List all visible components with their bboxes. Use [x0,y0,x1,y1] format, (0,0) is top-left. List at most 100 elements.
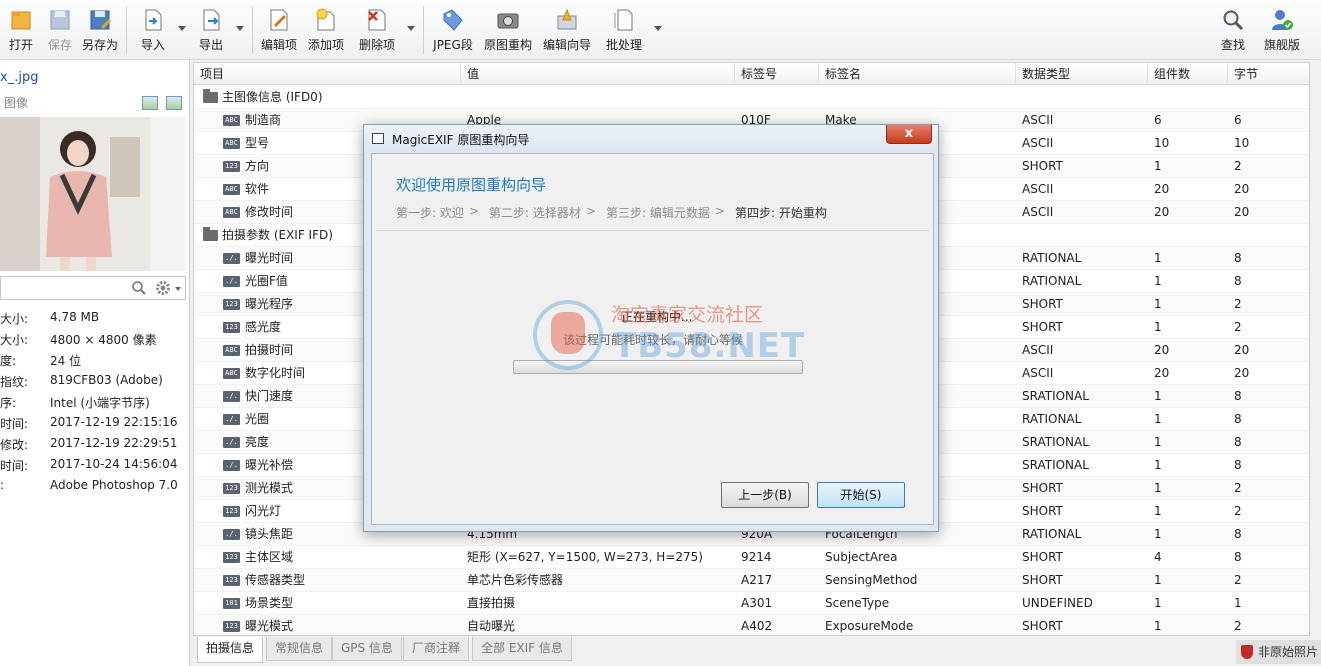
info-value: 2017-12-19 22:15:16 [50,415,178,429]
tab-general-info[interactable]: 常规信息 [266,637,333,661]
close-button[interactable]: x [886,125,932,144]
cell-value: 自动曝光 [467,619,516,633]
dialog-divider [376,230,929,231]
file-name: x_.jpg [0,70,39,85]
cell-item: 主体区域 [245,550,294,564]
column-header-bytes[interactable]: 字节 [1228,63,1309,85]
cell-count: 1 [1154,596,1162,610]
info-key: : [0,478,5,492]
cell-count: 20 [1154,205,1170,219]
batch-dropdown-icon[interactable] [654,26,662,31]
cell-bytes: 20 [1234,366,1250,380]
column-header-tag-name[interactable]: 标签名 [819,63,1016,85]
cell-value: 直接拍摄 [467,596,516,610]
info-value: 2017-12-19 22:29:51 [50,436,178,450]
cell-data-type: ASCII [1022,136,1054,150]
cell-bytes: 8 [1234,412,1242,426]
open-button[interactable]: 打开 [4,6,38,56]
data-type-icon: ABC [223,184,240,195]
column-header-tag-id[interactable]: 标签号 [735,63,819,85]
data-type-icon: 123 [223,621,240,632]
dialog-title-bar: MagicEXIF 原图重构向导 x [364,125,938,151]
table-row[interactable]: 123 曝光模式 自动曝光 A402 ExposureMode SHORT 1 2 [194,615,1309,635]
delete-dropdown-icon[interactable] [407,26,415,31]
cell-bytes: 8 [1234,458,1242,472]
data-type-icon: ./. [223,529,240,540]
info-key: 时间: [0,417,29,431]
export-dropdown-icon[interactable] [236,26,244,31]
column-header-item[interactable]: 项目 [194,63,461,85]
info-value: Intel (小端字节序) [50,396,150,410]
tab-all-exif[interactable]: 全部 EXIF 信息 [472,637,572,661]
batch-button[interactable]: 批处理 [603,6,645,56]
cell-tag-name: SceneType [825,596,890,610]
edit-item-button[interactable]: 编辑项 [258,6,300,56]
batch-icon [614,9,633,31]
cell-count: 1 [1154,504,1162,518]
data-type-icon: 123 [223,483,240,494]
column-header-data-type[interactable]: 数据类型 [1016,63,1148,85]
cell-data-type: RATIONAL [1022,274,1082,288]
find-button[interactable]: 查找 [1216,6,1250,56]
cell-bytes: 2 [1234,481,1242,495]
tab-shooting-info[interactable]: 拍摄信息 [197,637,264,663]
cell-data-type: UNDEFINED [1022,596,1093,610]
data-type-icon: ./. [223,253,240,264]
table-group-row[interactable]: 主图像信息 (IFD0) [194,86,1309,109]
table-row[interactable]: 123 传感器类型 单芯片色彩传感器 A217 SensingMethod SHORT 1 2 [194,569,1309,592]
delete-item-button[interactable]: 删除项 [356,6,398,56]
cell-bytes: 8 [1234,274,1242,288]
cell-count: 1 [1154,573,1162,587]
cell-data-type: ASCII [1022,366,1054,380]
cell-count: 1 [1154,619,1162,633]
dialog-heading: 欢迎使用原图重构向导 [396,176,547,194]
cell-data-type: SRATIONAL [1022,458,1089,472]
tab-gps-info[interactable]: GPS 信息 [332,637,402,661]
cell-data-type: SHORT [1022,504,1063,518]
cell-tag-name: SensingMethod [825,573,918,587]
cell-bytes: 8 [1234,527,1242,541]
cell-bytes: 6 [1234,113,1242,127]
chevron-down-icon[interactable] [175,287,181,291]
cell-count: 20 [1154,366,1170,380]
flagship-button[interactable]: 旗舰版 [1260,6,1304,56]
cell-value: 矩形 (X=627, Y=1500, W=273, H=275) [467,550,703,564]
toolbar-separator [423,6,424,54]
table-row[interactable]: 123 主体区域 矩形 (X=627, Y=1500, W=273, H=275) 9… [194,546,1309,569]
group-label: 主图像信息 (IFD0) [222,90,323,104]
file-type: 图像 [4,96,29,110]
add-item-button[interactable]: 添加项 [305,6,347,56]
info-key: 指纹: [0,375,29,389]
rebuild-button[interactable]: 原图重构 [482,6,534,56]
tab-maker-notes[interactable]: 厂商注释 [403,637,470,661]
thumbnail-view-icon[interactable] [142,96,158,110]
step-welcome: 第一步: 欢迎 [396,206,464,220]
data-type-icon: ABC [223,368,240,379]
cell-bytes: 2 [1234,320,1242,334]
import-button[interactable]: 导入 [136,6,170,56]
save-as-button[interactable]: 另存为 [80,6,120,56]
data-type-icon: 123 [223,552,240,563]
column-header-value[interactable]: 值 [461,63,735,85]
gear-icon[interactable] [155,280,171,296]
info-key: 大小: [0,312,29,326]
start-button[interactable]: 开始(S) [817,482,905,508]
data-type-icon: ./. [223,414,240,425]
import-dropdown-icon[interactable] [178,26,186,31]
jpeg-segment-button[interactable]: JPEG段 [430,6,476,56]
cell-count: 20 [1154,343,1170,357]
tag-icon [443,9,463,31]
user-verified-icon [1272,10,1293,30]
search-icon[interactable] [131,280,147,296]
table-row[interactable]: 101 场景类型 直接拍摄 A301 SceneType UNDEFINED 1 1 [194,592,1309,615]
column-header-count[interactable]: 组件数 [1148,63,1228,85]
back-button[interactable]: 上一步(B) [721,482,809,508]
info-key: 修改: [0,438,29,452]
cell-data-type: RATIONAL [1022,412,1082,426]
export-button[interactable]: 导出 [194,6,228,56]
search-input[interactable] [0,276,186,300]
info-value: 4.78 MB [50,310,100,324]
preview-image-icon[interactable] [166,96,182,110]
save-button[interactable]: 保存 [44,6,76,56]
edit-wizard-button[interactable]: 编辑向导 [540,6,594,56]
